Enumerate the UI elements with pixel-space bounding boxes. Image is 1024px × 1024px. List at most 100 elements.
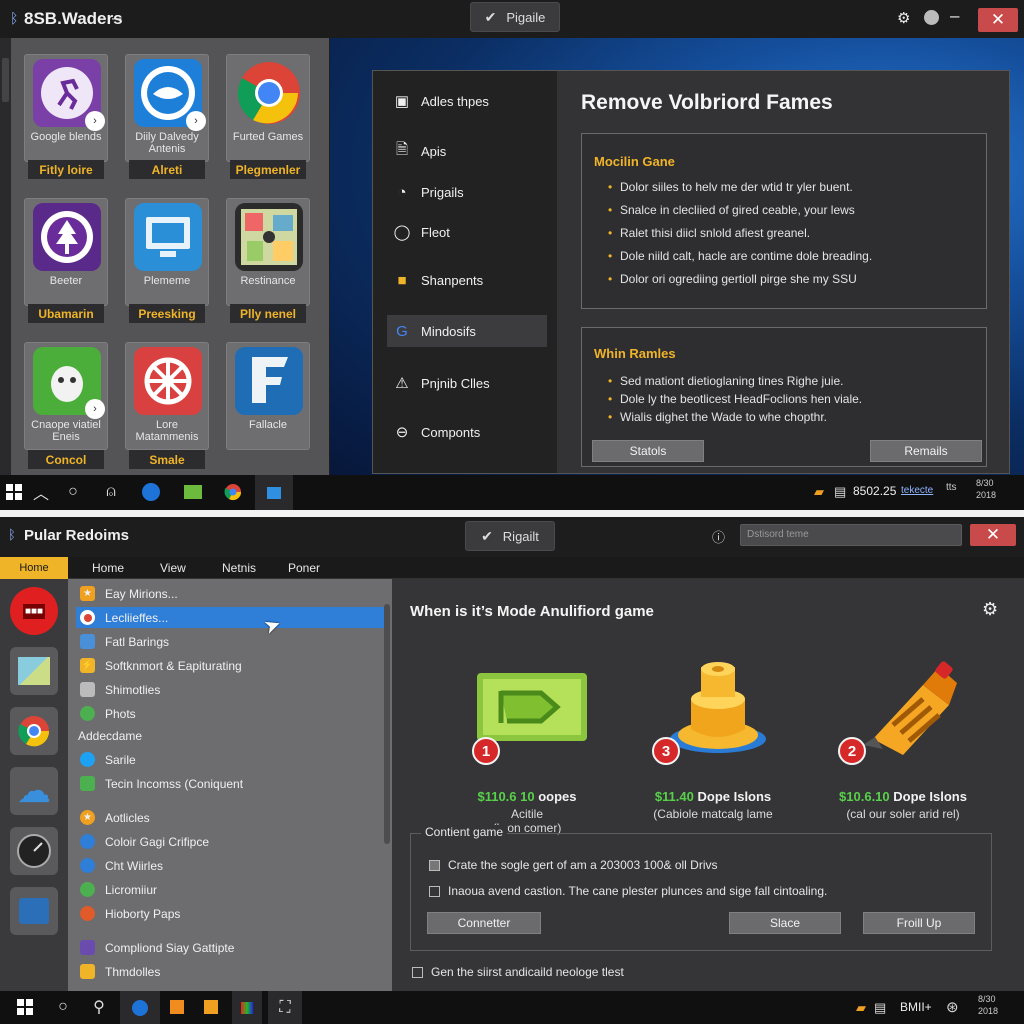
froill-up-button[interactable]: Froill Up <box>863 912 975 934</box>
list-item[interactable]: ★ Eay Mirions... <box>76 583 384 604</box>
list-item[interactable]: Hioborty Paps <box>76 903 384 924</box>
settings-gear-icon[interactable]: ⚙ <box>982 599 998 620</box>
list-item[interactable]: ★ Aotlicles <box>76 807 384 828</box>
nav-item[interactable]: ⊖ Componts <box>387 416 549 448</box>
nav-item[interactable]: ◯ Fleot <box>387 216 549 248</box>
store-tile[interactable]: Lore Matammenis <box>125 342 209 450</box>
tile-tag[interactable]: Smale <box>129 450 205 469</box>
checkbox-row[interactable]: Crate the sogle gert of am a 203003 100&… <box>429 858 717 872</box>
app-colorful-icon[interactable] <box>232 991 262 1024</box>
remove-button[interactable]: Remails <box>870 440 982 462</box>
tile-tag[interactable]: Alreti <box>129 160 205 179</box>
store-tile[interactable]: Beeter <box>24 198 108 306</box>
offer-card[interactable]: 1 $110.6 10 oopes Acitile (bron comer) <box>442 671 612 835</box>
slace-button[interactable]: Slace <box>729 912 841 934</box>
chat-green-icon[interactable] <box>182 482 204 502</box>
circle-search-icon[interactable]: ○ <box>62 482 84 502</box>
app-blue-icon[interactable] <box>120 991 160 1024</box>
list-item[interactable]: Compliond Siay Gattipte <box>76 937 384 958</box>
footer-checkbox-row[interactable]: Gen the siirst andicaild neologe tlest <box>412 965 624 979</box>
cloud-icon[interactable]: ☁ <box>10 767 58 815</box>
list-item[interactable]: Phots <box>76 703 384 724</box>
store-taskbar-icon[interactable] <box>255 475 293 510</box>
app-red-icon[interactable]: ■■■ <box>10 587 58 635</box>
tray-bag-icon[interactable]: ▰ <box>814 484 824 500</box>
store-tile[interactable]: Furted Games <box>226 54 310 162</box>
gauge-icon[interactable] <box>10 827 58 875</box>
bottom-close-button[interactable]: ✕ <box>970 524 1016 546</box>
rail-handle[interactable] <box>2 58 9 102</box>
minimize-icon[interactable]: – <box>950 6 959 26</box>
tile-tag[interactable]: Fitly loire <box>28 160 104 179</box>
menu-netnis[interactable]: Netnis <box>222 561 256 575</box>
map-icon[interactable] <box>10 647 58 695</box>
bag-icon[interactable] <box>200 997 222 1017</box>
globe-icon[interactable] <box>924 10 939 25</box>
checkbox[interactable] <box>429 859 440 871</box>
box-icon[interactable] <box>10 887 58 935</box>
chrome-icon[interactable] <box>222 482 244 502</box>
list-item-selected[interactable]: Lecliieffes... <box>76 607 384 628</box>
nav-item-active[interactable]: G Mindosifs <box>387 315 547 347</box>
nav-item[interactable]: ■ Shanpents <box>387 264 549 296</box>
nav-item[interactable]: 🗎 Apis <box>387 135 549 167</box>
tile-tag[interactable]: Plly nenel <box>230 304 306 323</box>
offer-card[interactable]: 2 $10.6.10 Dope Islons (cal our soler ar… <box>818 659 988 821</box>
tile-tag[interactable]: Ubamarin <box>28 304 104 323</box>
info-icon[interactable]: ⓘ <box>712 527 725 546</box>
scrollbar[interactable] <box>384 604 390 844</box>
chrome-icon[interactable] <box>10 707 58 755</box>
windows-start-icon[interactable] <box>3 482 25 502</box>
status-button[interactable]: Statols <box>592 440 704 462</box>
store-tile[interactable]: Restinance <box>226 198 310 306</box>
top-close-button[interactable]: ✕ <box>978 8 1018 32</box>
windows-start-icon[interactable] <box>14 997 36 1017</box>
menu-home[interactable]: Home <box>92 561 124 575</box>
search-circle-icon[interactable]: ○ <box>52 997 74 1017</box>
list-item[interactable]: Thmdolles <box>76 961 384 982</box>
menu-poner[interactable]: Poner <box>288 561 320 575</box>
tray-bag-icon[interactable]: ▰ <box>856 1000 866 1016</box>
store-tile[interactable]: Plememe <box>125 198 209 306</box>
menu-home-active[interactable]: Home <box>0 557 68 579</box>
store-tile[interactable]: › Diily Dalvedy Antenis <box>125 54 209 162</box>
top-center-button[interactable]: ✔ Pigaile <box>470 2 560 32</box>
tile-name: Plememe <box>143 275 191 287</box>
checkbox-row[interactable]: Inaoua avend castion. The cane plester p… <box>429 884 827 898</box>
gear-icon[interactable]: ⚙ <box>897 9 910 27</box>
store-tile[interactable]: › Google blends <box>24 54 108 162</box>
list-item[interactable]: Tecin Incomss (Coniquent <box>76 773 384 794</box>
offer-card[interactable]: 3 $11.40 Dope Islons (Cabiole matcalg la… <box>628 659 798 821</box>
store-tile[interactable]: › Cnaope viatiel Eneis <box>24 342 108 450</box>
list-item[interactable]: Sarile <box>76 749 384 770</box>
checkbox[interactable] <box>412 966 423 978</box>
checkbox[interactable] <box>429 885 440 897</box>
list-item[interactable]: Fatl Barings <box>76 631 384 652</box>
app-blue-icon[interactable] <box>140 482 162 502</box>
list-item[interactable]: ⚡ Softknmort & Eapiturating <box>76 655 384 676</box>
list-item[interactable]: Cht Wiirles <box>76 855 384 876</box>
store-tile[interactable]: Fallacle <box>226 342 310 450</box>
search-icon[interactable]: ⚲ <box>88 997 110 1017</box>
tray-link[interactable]: tekecte <box>901 485 933 496</box>
bottom-center-button[interactable]: ✔ Rigailt <box>465 521 555 551</box>
list-item[interactable]: Shimotlies <box>76 679 384 700</box>
nav-item[interactable]: ⚠ Pnjnib Clles <box>387 367 549 399</box>
list-item[interactable]: Licromiiur <box>76 879 384 900</box>
app-orange-icon[interactable] <box>166 997 188 1017</box>
tray-doc-icon[interactable]: ▤ <box>874 1000 886 1016</box>
connect-button[interactable]: Connetter <box>427 912 541 934</box>
list-item[interactable]: Coloir Gagi Crifipce <box>76 831 384 852</box>
network-icon[interactable]: ⊛ <box>946 998 959 1016</box>
tile-tag[interactable]: Preesking <box>129 304 205 323</box>
nav-item[interactable]: ▣ Adles thpes <box>387 85 549 117</box>
app-gray-icon[interactable]: ⛶ <box>268 991 302 1024</box>
tile-tag[interactable]: Plegmenler <box>230 160 306 179</box>
nav-item[interactable]: ◔ Prigails <box>387 176 549 208</box>
tile-tag[interactable]: Concol <box>28 450 104 469</box>
chevron-up-icon[interactable]: ︿ <box>30 482 52 503</box>
tray-doc-icon[interactable]: ▤ <box>834 484 846 500</box>
person-icon[interactable]: ⍝ <box>100 482 122 502</box>
search-input[interactable]: Dstisord teme <box>740 524 962 546</box>
menu-view[interactable]: View <box>160 561 186 575</box>
